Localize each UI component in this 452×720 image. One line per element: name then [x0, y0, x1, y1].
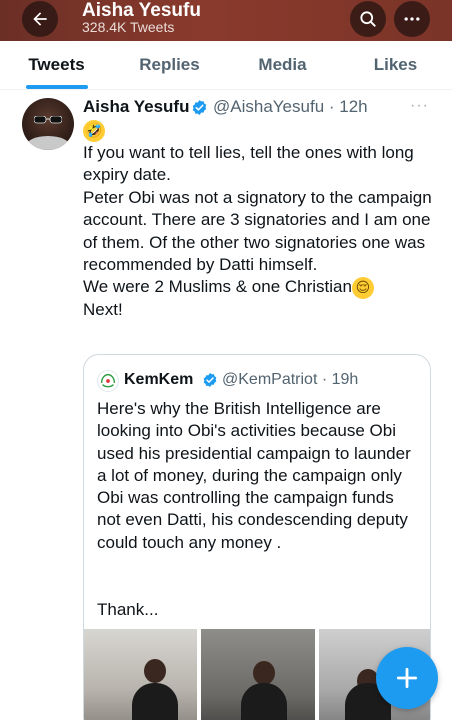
tab-replies[interactable]: Replies	[113, 41, 226, 89]
media-image[interactable]	[84, 629, 198, 720]
relieved-emoji: 😌	[351, 277, 374, 300]
avatar[interactable]	[22, 98, 74, 150]
compose-tweet-button[interactable]	[376, 647, 438, 709]
quote-avatar	[97, 370, 119, 392]
tweet-line: If you want to tell lies, tell the ones …	[83, 143, 414, 185]
more-button[interactable]	[394, 1, 430, 37]
profile-header: Aisha Yesufu 328.4K Tweets	[0, 0, 452, 41]
person-head	[253, 661, 276, 685]
quote-handle-and-time[interactable]: @KemPatriot · 19h	[222, 369, 358, 391]
tweet-line: Next!	[83, 300, 123, 320]
plus-icon	[396, 667, 418, 689]
author-name[interactable]: Aisha Yesufu	[83, 96, 189, 118]
glasses-shape	[34, 116, 62, 124]
person-figure	[241, 683, 288, 720]
tab-media[interactable]: Media	[226, 41, 339, 89]
handle-and-time[interactable]: @AishaYesufu · 12h	[213, 96, 368, 118]
media-image[interactable]	[201, 629, 315, 720]
person-figure	[132, 683, 178, 720]
tweet-line: We were 2 Muslims & one Christian 😌	[83, 276, 435, 300]
rofl-emoji: 🤣	[83, 120, 105, 142]
tab-likes[interactable]: Likes	[339, 41, 452, 89]
tweet-line-text: We were 2 Muslims & one Christian	[83, 277, 352, 297]
tweet-more-button[interactable]: ···	[410, 97, 429, 115]
search-button[interactable]	[350, 1, 386, 37]
tweet-line: Peter Obi was not a signatory to the cam…	[83, 187, 432, 275]
profile-tabs: Tweets Replies Media Likes	[0, 41, 452, 90]
arrow-left-icon	[33, 12, 47, 26]
tweet-text: 🤣 If you want to tell lies, tell the one…	[83, 119, 435, 322]
tweet-count: 328.4K Tweets	[82, 19, 175, 35]
wreath-logo-icon	[100, 373, 116, 388]
more-horizontal-icon	[404, 17, 420, 21]
quote-text: Here's why the British Intelligence are …	[97, 399, 411, 552]
tab-tweets[interactable]: Tweets	[0, 41, 113, 89]
avatar-shirt	[26, 136, 70, 150]
search-icon	[360, 11, 376, 27]
back-button[interactable]	[22, 1, 58, 37]
quote-author-name[interactable]: KemKem	[124, 369, 193, 391]
quote-truncated-text: Thank...	[97, 600, 159, 619]
verified-badge-icon	[203, 373, 217, 387]
verified-badge-icon	[192, 100, 207, 115]
person-head	[144, 659, 166, 683]
